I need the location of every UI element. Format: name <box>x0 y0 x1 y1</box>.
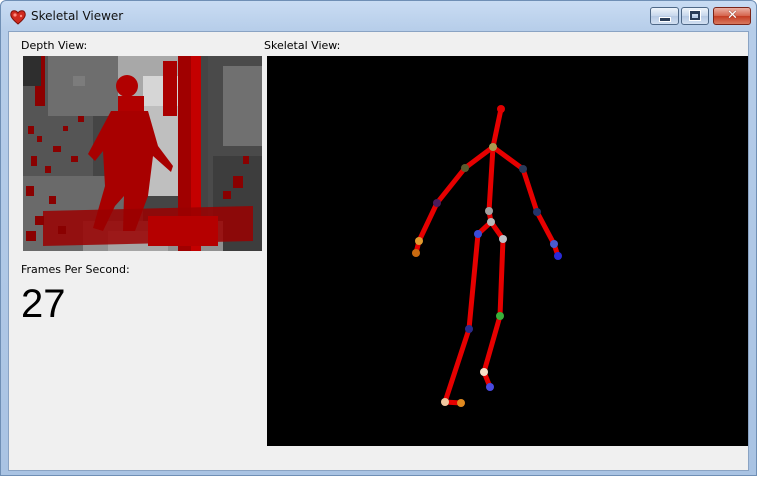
close-icon: ✕ <box>727 8 738 23</box>
skeleton-figure <box>412 105 562 407</box>
fps-value: 27 <box>21 282 66 326</box>
skeletal-view-label: Skeletal View: <box>264 39 341 52</box>
fps-label: Frames Per Second: <box>21 263 130 276</box>
maximize-icon <box>690 11 700 20</box>
skeletal-view-canvas <box>267 56 748 446</box>
skeletal-viewer-window: Skeletal Viewer ✕ Depth View: Skeletal V… <box>0 0 757 476</box>
depth-view-label: Depth View: <box>21 39 88 52</box>
minimize-button[interactable] <box>650 7 679 25</box>
title-bar[interactable]: Skeletal Viewer ✕ <box>1 1 756 31</box>
maximize-button[interactable] <box>681 7 709 25</box>
minimize-icon <box>660 18 670 21</box>
client-area: Depth View: Skeletal View: Frames Per Se… <box>8 31 749 471</box>
window-title: Skeletal Viewer <box>31 9 124 23</box>
depth-view-image <box>23 56 262 251</box>
close-button[interactable]: ✕ <box>713 7 751 25</box>
kinect-heart-icon <box>10 10 26 25</box>
depth-map <box>23 56 262 251</box>
